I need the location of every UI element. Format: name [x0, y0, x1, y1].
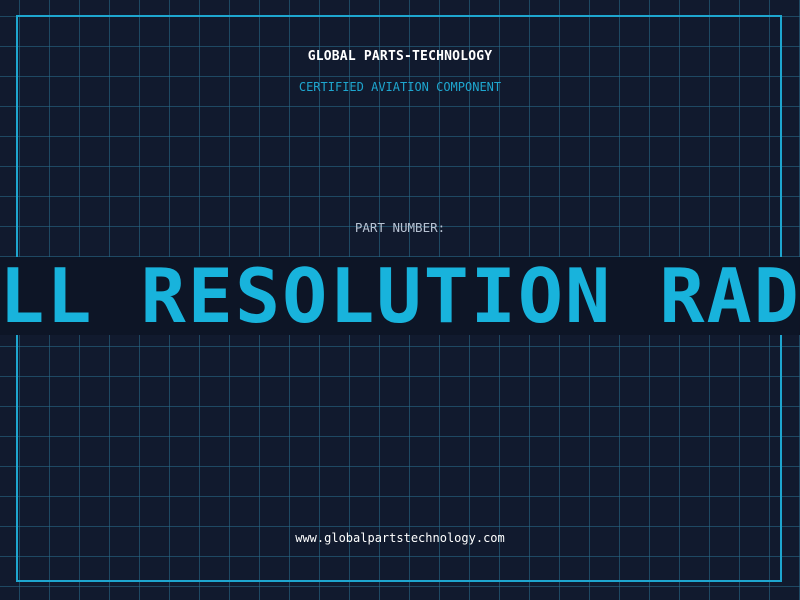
- part-number-value: FULL RESOLUTION RADAR: [0, 257, 800, 335]
- company-name: GLOBAL PARTS-TECHNOLOGY: [307, 49, 493, 64]
- part-number-band: FULL RESOLUTION RADAR: [0, 257, 800, 335]
- website-url: www.globalpartstechnology.com: [295, 531, 505, 545]
- tagline: CERTIFIED AVIATION COMPONENT: [298, 80, 502, 94]
- part-number-label: PART NUMBER:: [354, 220, 446, 235]
- certificate-screen: GLOBAL PARTS-TECHNOLOGY CERTIFIED AVIATI…: [0, 0, 800, 600]
